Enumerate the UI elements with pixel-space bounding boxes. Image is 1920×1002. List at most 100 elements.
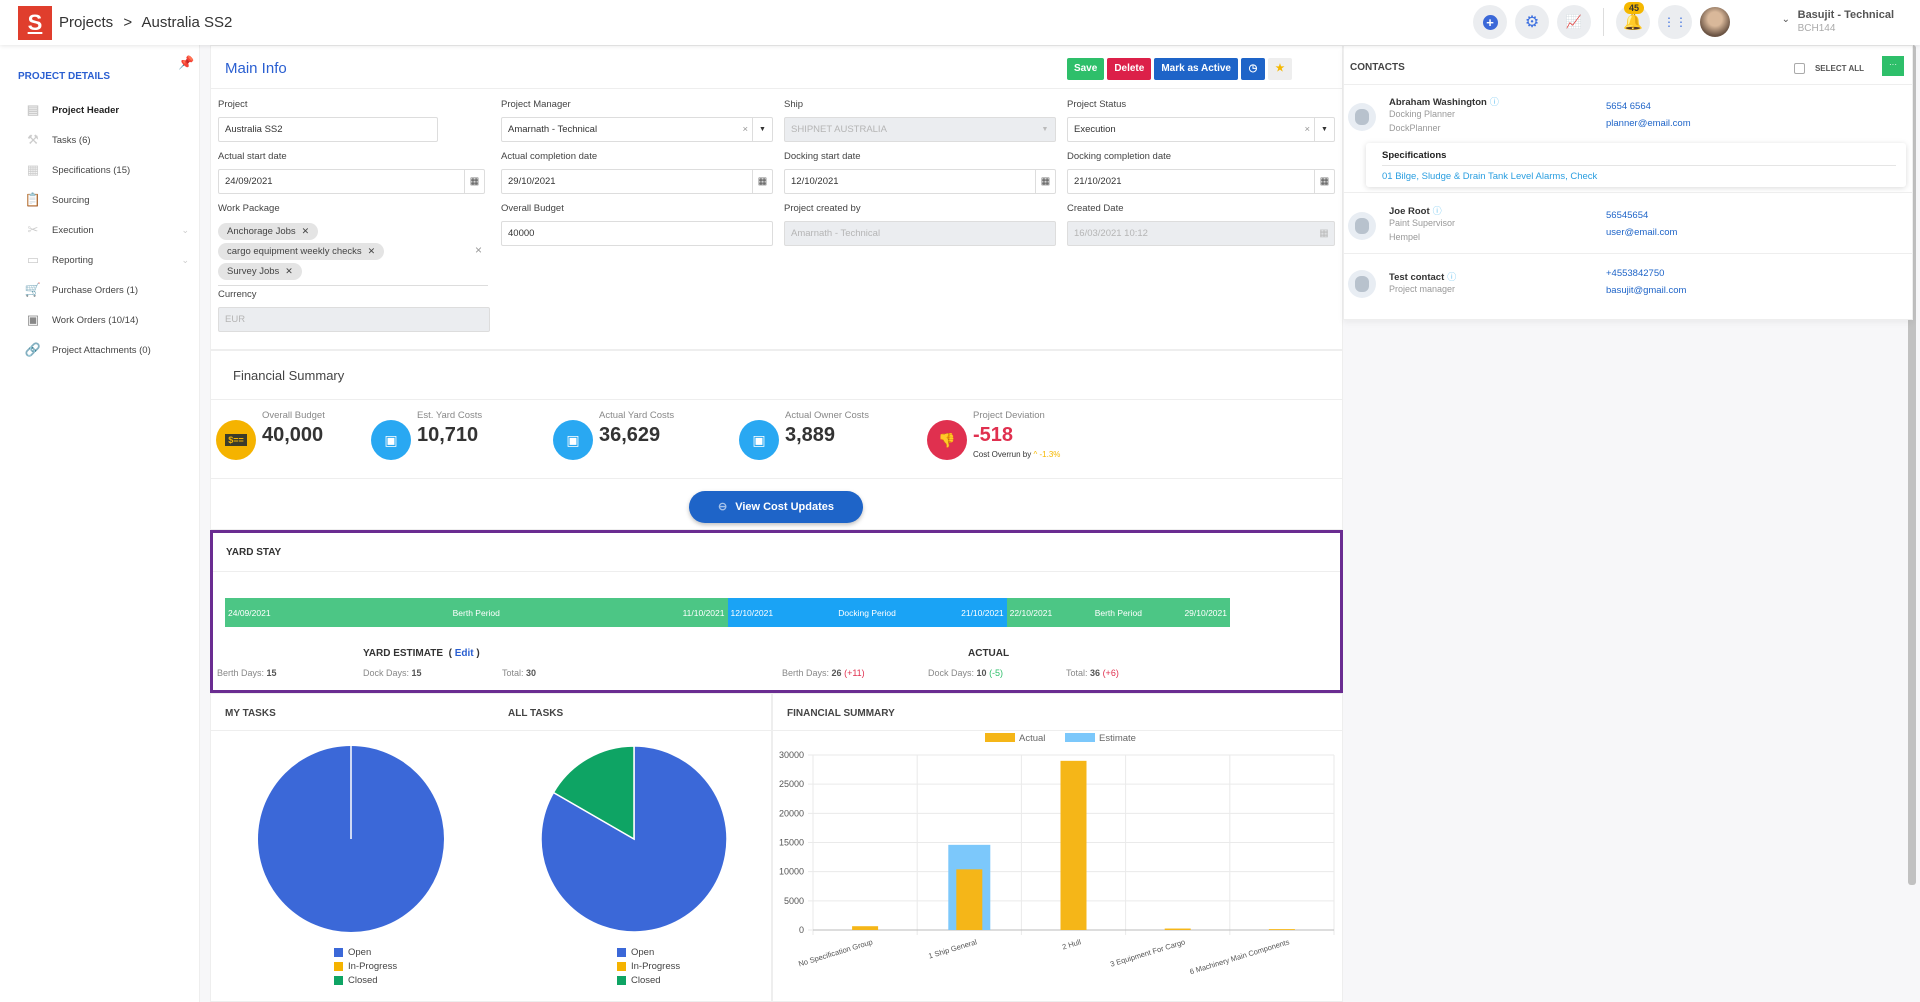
dropdown-arrow-icon[interactable]: ▼ [1314,118,1334,141]
stat-label: Dock Days: [363,668,410,678]
sidebar-item-purchase-orders[interactable]: 🛒 Purchase Orders (1) [24,275,189,305]
select-all[interactable]: SELECT ALL [1793,63,1864,74]
info-icon[interactable]: ⓘ [1433,206,1442,216]
analytics-button[interactable]: 📈 [1557,5,1591,39]
legend-item-in-progress[interactable]: In-Progress [617,959,680,973]
pin-icon[interactable]: 📌 [178,55,194,71]
legend-item-closed[interactable]: Closed [334,973,397,987]
favorite-button[interactable]: ★ [1268,58,1292,80]
input-value: 29/10/2021 [508,176,556,187]
calendar-icon[interactable]: ▦ [1035,170,1055,193]
financial-summary-card: Financial Summary $== Overall Budget 40,0… [210,350,1343,530]
calendar-icon[interactable]: ▦ [752,170,772,193]
info-icon[interactable]: ⓘ [1447,272,1456,282]
contact-avatar [1348,212,1376,240]
apps-button[interactable]: ⋮⋮ [1658,5,1692,39]
breadcrumb-projects[interactable]: Projects [59,14,113,31]
remove-chip-icon[interactable]: ✕ [368,246,376,256]
user-avatar[interactable] [1700,7,1730,37]
contact-email[interactable]: basujit@gmail.com [1606,285,1686,296]
divider [211,88,1342,89]
info-icon[interactable]: ⓘ [1490,97,1499,107]
chevron-down-icon[interactable]: ⌄ [181,255,189,266]
dropdown-arrow-icon[interactable]: ▼ [752,118,772,141]
field-label: Project Status [1067,99,1127,110]
legend-item-in-progress[interactable]: In-Progress [334,959,397,973]
sidebar-item-project-header[interactable]: ▤ Project Header [24,95,189,125]
docking-start-input[interactable]: 12/10/2021 ▦ [784,169,1056,194]
all-tasks-legend: Open In-Progress Closed [617,945,680,987]
legend-item-open[interactable]: Open [617,945,680,959]
actual-completion-input[interactable]: 29/10/2021 ▦ [501,169,773,194]
caret-up-icon: ^ [1033,450,1038,459]
project-input[interactable]: Australia SS2 [218,117,438,142]
contact-name-text: Abraham Washington [1389,97,1487,108]
bar-actual [1268,929,1295,930]
history-icon: ⊖ [717,501,728,513]
calendar-icon[interactable]: ▦ [1314,170,1334,193]
contact-phone[interactable]: +4553842750 [1606,268,1664,279]
input-value: 24/09/2021 [225,176,273,187]
x-tick-label: 6 Machinery Main Components [1189,937,1291,976]
work-package-multiselect[interactable]: Anchorage Jobs ✕ cargo equipment weekly c… [218,221,488,286]
legend-swatch-estimate [1065,733,1095,742]
sidebar-item-tasks[interactable]: ⚒ Tasks (6) [24,125,189,155]
actual-start-input[interactable]: 24/09/2021 ▦ [218,169,485,194]
calendar-icon[interactable]: ▦ [464,170,484,193]
money-bill-icon: $== [216,420,256,460]
sidebar-item-specifications[interactable]: ▦ Specifications (15) [24,155,189,185]
cost-overrun: Cost Overrun by ^ -1.3% [973,450,1060,459]
overall-budget-input[interactable]: 40000 [501,221,773,246]
popover-title: Specifications [1382,150,1447,161]
sidebar-title: PROJECT DETAILS [18,71,111,82]
mark-active-button[interactable]: Mark as Active [1154,58,1238,80]
stat-value: 10 [976,668,987,678]
legend-swatch [334,947,343,957]
contact-email[interactable]: planner@email.com [1606,118,1691,129]
sidebar-item-attachments[interactable]: 🔗 Project Attachments (0) [24,335,189,365]
contact-role: Docking Planner [1389,109,1456,119]
project-status-select[interactable]: Execution × ▼ [1067,117,1335,142]
remove-chip-icon[interactable]: ✕ [302,226,310,236]
contact-phone[interactable]: 56545654 [1606,210,1648,221]
remove-chip-icon[interactable]: ✕ [285,266,293,276]
timeline-segment-berth: 24/09/2021 Berth Period 11/10/2021 [225,598,728,627]
clear-icon[interactable]: × [742,118,748,141]
contact-phone[interactable]: 5654 6564 [1606,101,1651,112]
chevron-down-icon[interactable]: ⌄ [1782,14,1790,25]
view-cost-updates-button[interactable]: ⊖ View Cost Updates [689,491,863,523]
notifications-button[interactable]: 🔔 45 [1616,2,1650,39]
input-value: 16/03/2021 10:12 [1074,228,1148,239]
settings-button[interactable]: ⚙ [1515,5,1549,39]
select-all-checkbox[interactable] [1793,63,1805,74]
add-button[interactable]: + [1473,5,1507,39]
legend-item-open[interactable]: Open [334,945,397,959]
edit-estimate-link[interactable]: Edit [455,648,474,659]
docking-completion-input[interactable]: 21/10/2021 ▦ [1067,169,1335,194]
app-logo[interactable]: S [18,6,52,40]
delete-button[interactable]: Delete [1107,58,1152,80]
kpi-actual-owner-costs: ▣ Actual Owner Costs 3,889 [739,410,869,460]
sidebar-item-work-orders[interactable]: ▣ Work Orders (10/14) [24,305,189,335]
contact-role: Paint Supervisor [1389,218,1456,228]
created-by-field: Project created by Amarnath - Technical [784,203,1056,246]
legend-swatch [617,947,626,957]
cart-icon: 🛒 [24,282,42,297]
chip: Survey Jobs ✕ [218,263,302,280]
x-tick-label: No Specification Group [797,937,873,968]
clear-all-icon[interactable]: × [475,243,482,257]
project-manager-select[interactable]: Amarnath - Technical × ▼ [501,117,773,142]
legend-label-estimate: Estimate [1099,733,1136,744]
chevron-down-icon[interactable]: ⌄ [181,225,189,236]
specification-link[interactable]: 01 Bilge, Sludge & Drain Tank Level Alar… [1382,171,1597,182]
user-menu[interactable]: Basujit - Technical BCH144 [1798,9,1894,34]
contact-email[interactable]: user@email.com [1606,227,1677,238]
save-button[interactable]: Save [1066,58,1105,80]
sidebar-item-sourcing[interactable]: 📋 Sourcing [24,185,189,215]
legend-item-closed[interactable]: Closed [617,973,680,987]
sidebar-item-execution[interactable]: ✂ Execution ⌄ [24,215,189,245]
more-options-button[interactable]: ··· [1882,56,1904,76]
sidebar-item-reporting[interactable]: ▭ Reporting ⌄ [24,245,189,275]
clear-icon[interactable]: × [1304,118,1310,141]
history-button[interactable]: ◷ [1241,58,1265,80]
